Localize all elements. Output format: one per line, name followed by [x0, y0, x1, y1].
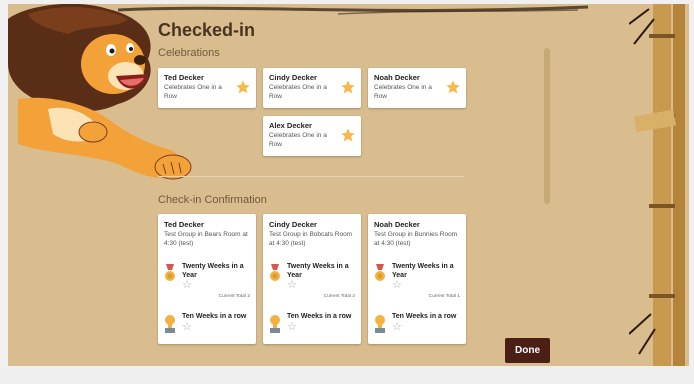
scrollbar-thumb[interactable] [544, 48, 550, 204]
check-in-card[interactable]: Noah Decker Test Group in Bunnies Room a… [368, 214, 466, 344]
star-icon [341, 80, 355, 94]
achievement: Twenty Weeks in a Year ☆ Current Total 1 [374, 262, 460, 304]
page-title: Checked-in [158, 20, 256, 40]
celebration-detail: Celebrates One in a Row [164, 84, 222, 100]
star-outline-icon: ☆ [392, 279, 402, 291]
star-icon [341, 128, 355, 142]
achievement-total: Current Total 1 [428, 294, 460, 299]
achievement-total: Current Total 2 [323, 294, 355, 299]
achievement: Ten Weeks in a row ☆ [164, 312, 250, 340]
achievement: Ten Weeks in a row ☆ [269, 312, 355, 340]
celebration-detail: Celebrates One in a Row [269, 132, 327, 148]
done-button[interactable]: Done [505, 338, 550, 363]
celebrations-heading: Celebrations [158, 47, 220, 59]
person-name: Ted Decker [164, 220, 204, 229]
star-icon [446, 80, 460, 94]
bottom-bar [0, 366, 694, 384]
check-in-confirmation-heading: Check-in Confirmation [158, 194, 267, 206]
person-name: Noah Decker [374, 220, 420, 229]
medal-icon [270, 264, 280, 281]
star-outline-icon: ☆ [182, 321, 192, 333]
check-in-detail: Test Group in Bears Room at 4:30 (test) [164, 231, 248, 247]
star-icon [236, 80, 250, 94]
achievement-label: Twenty Weeks in a Year [392, 263, 454, 279]
achievement-label: Ten Weeks in a row [182, 313, 247, 320]
check-in-card[interactable]: Cindy Decker Test Group in Bobcats Room … [263, 214, 361, 344]
celebration-card[interactable]: Alex Decker Celebrates One in a Row [263, 116, 361, 156]
section-divider [158, 176, 464, 177]
celebration-card[interactable]: Noah Decker Celebrates One in a Row [368, 68, 466, 108]
achievement-label: Ten Weeks in a row [392, 313, 457, 320]
celebration-detail: Celebrates One in a Row [269, 84, 327, 100]
achievement-label: Twenty Weeks in a Year [182, 263, 244, 279]
achievement: Ten Weeks in a row ☆ [374, 312, 460, 340]
trophy-icon [165, 315, 175, 333]
achievement-label: Ten Weeks in a row [287, 313, 352, 320]
star-outline-icon: ☆ [392, 321, 402, 333]
achievement: Twenty Weeks in a Year ☆ Current Total 2 [269, 262, 355, 304]
check-in-detail: Test Group in Bunnies Room at 4:30 (test… [374, 231, 458, 247]
star-outline-icon: ☆ [182, 279, 192, 291]
check-in-card[interactable]: Ted Decker Test Group in Bears Room at 4… [158, 214, 256, 344]
achievement: Twenty Weeks in a Year ☆ Current Total 2 [164, 262, 250, 304]
bamboo-decoration [629, 4, 685, 366]
achievement-total: Current Total 2 [218, 294, 250, 299]
celebration-detail: Celebrates One in a Row [374, 84, 432, 100]
celebration-card[interactable]: Ted Decker Celebrates One in a Row [158, 68, 256, 108]
check-in-detail: Test Group in Bobcats Room at 4:30 (test… [269, 231, 353, 247]
medal-icon [165, 264, 175, 281]
celebration-card[interactable]: Cindy Decker Celebrates One in a Row [263, 68, 361, 108]
trophy-icon [270, 315, 280, 333]
medal-icon [375, 264, 385, 281]
achievement-label: Twenty Weeks in a Year [287, 263, 349, 279]
star-outline-icon: ☆ [287, 321, 297, 333]
star-outline-icon: ☆ [287, 279, 297, 291]
person-name: Cindy Decker [269, 220, 317, 229]
kiosk-screen: Checked-in Celebrations Ted Decker Celeb… [8, 4, 689, 366]
trophy-icon [375, 315, 385, 333]
